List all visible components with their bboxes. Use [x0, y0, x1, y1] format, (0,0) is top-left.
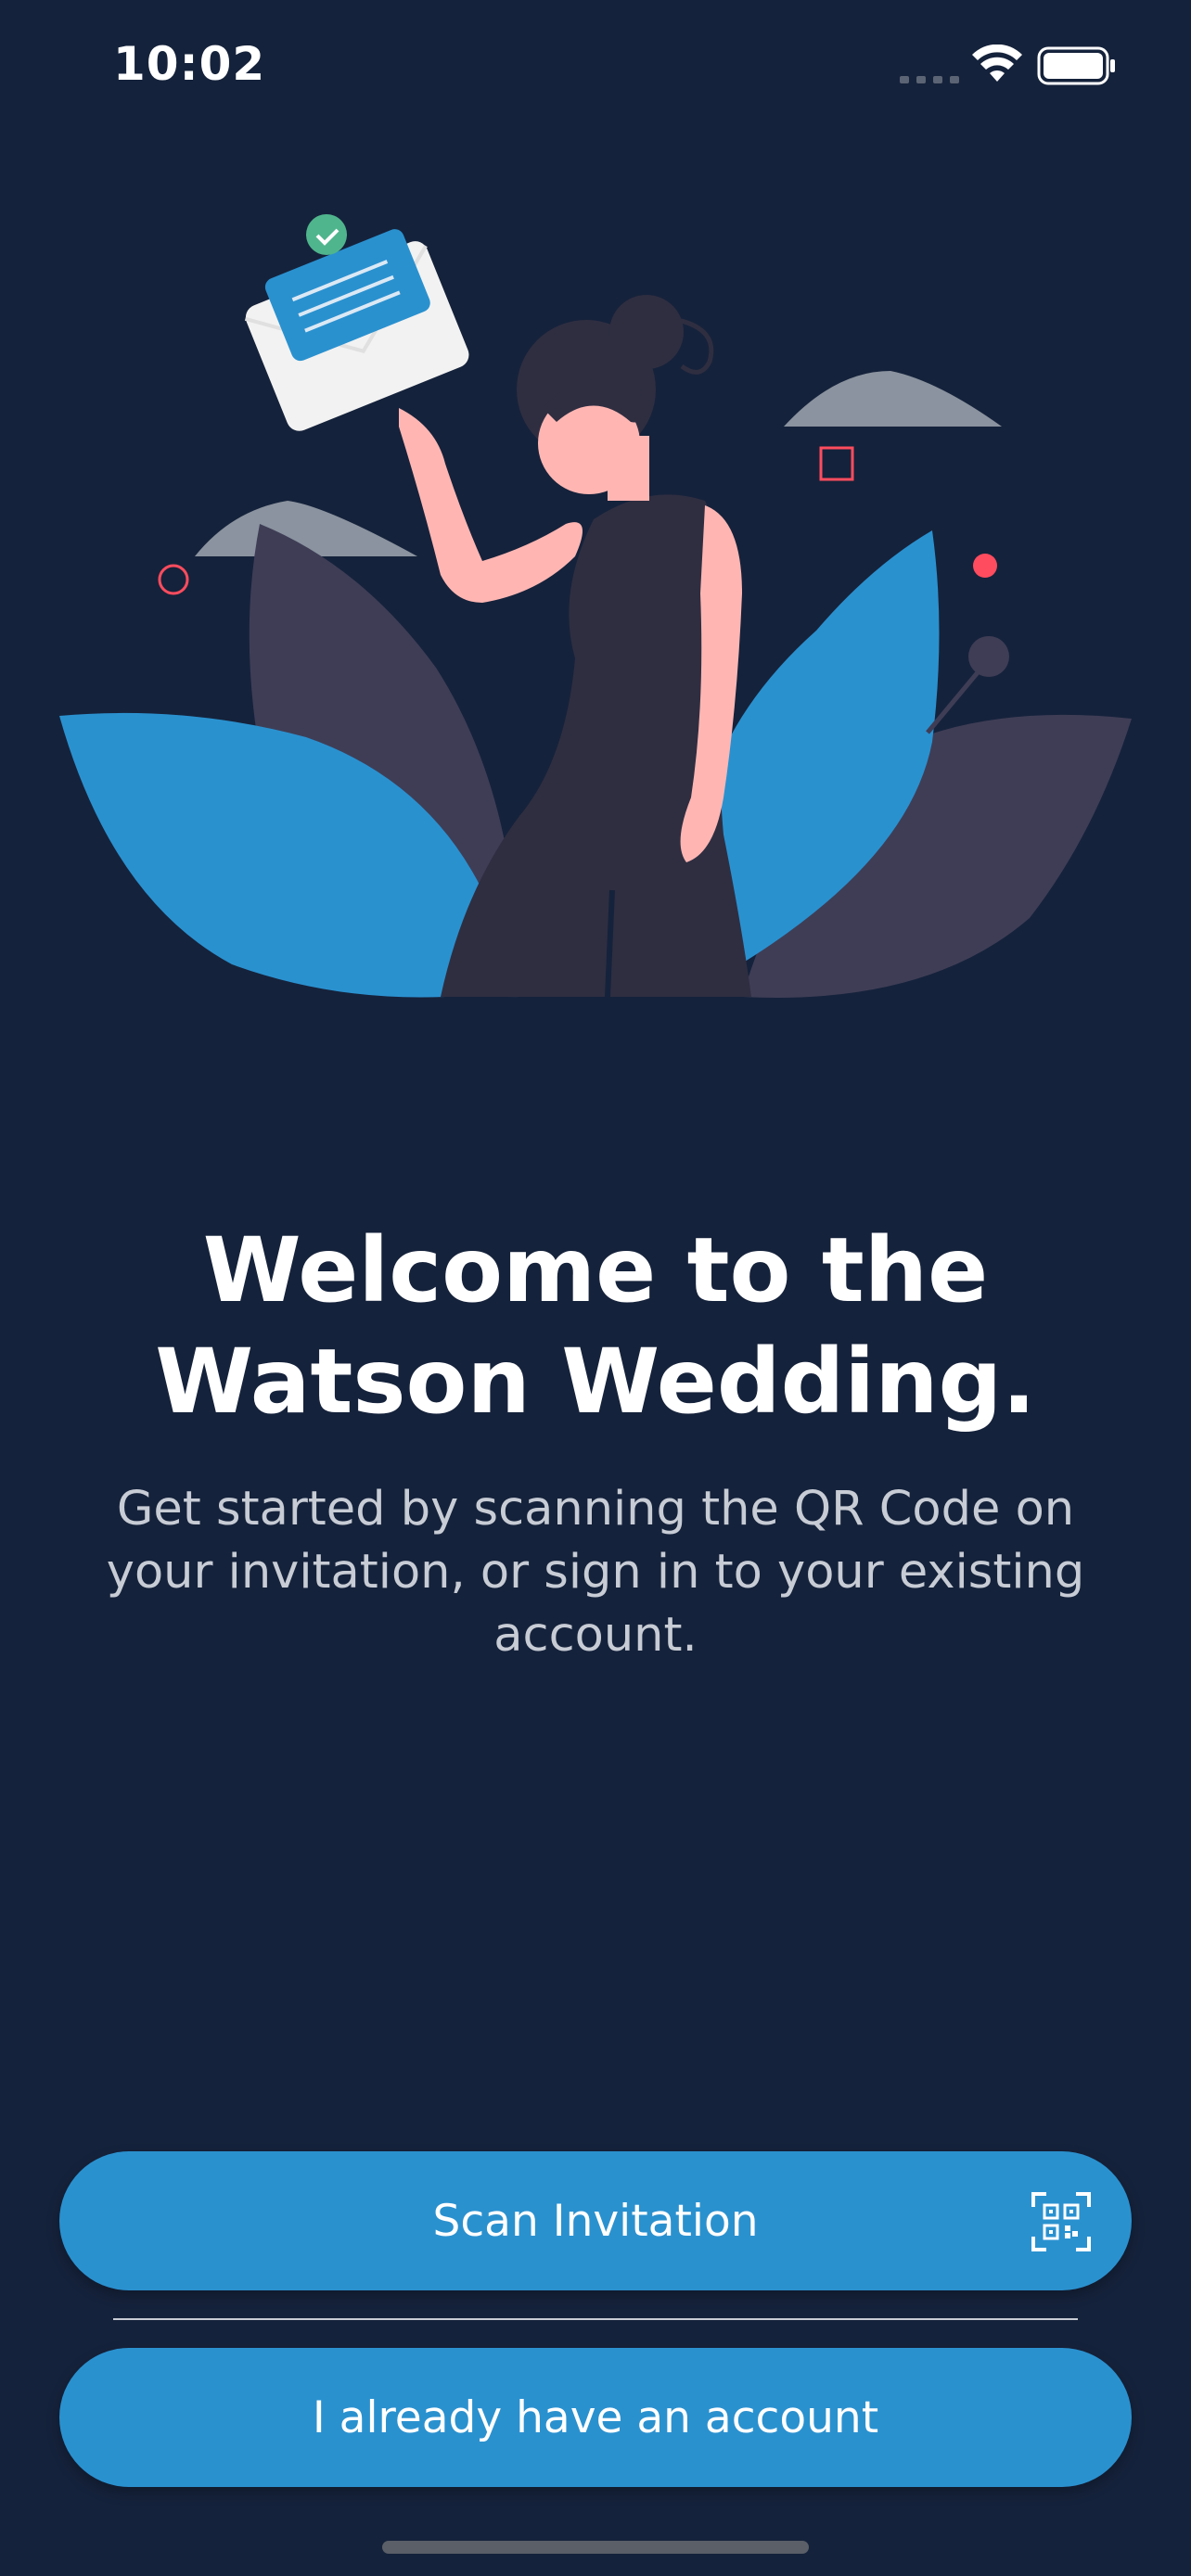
welcome-title: Welcome to the Watson Wedding.: [93, 1215, 1098, 1437]
home-indicator: [382, 2541, 809, 2554]
mountain-right: [784, 371, 1002, 427]
envelope-icon: [244, 229, 469, 431]
wifi-icon: [972, 45, 1022, 82]
signal-icon: [900, 76, 959, 83]
decor-circle-outline: [158, 564, 189, 595]
figure-hair-bun: [609, 295, 684, 369]
welcome-title-line1: Welcome to the: [202, 1218, 989, 1322]
decor-dot-dark: [968, 636, 1009, 677]
status-time: 10:02: [113, 37, 266, 91]
welcome-subtitle: Get started by scanning the QR Code on y…: [106, 1482, 1085, 1663]
qr-code-icon: [1031, 2192, 1091, 2251]
hero-illustration: [59, 214, 1132, 998]
check-badge-icon: [306, 214, 347, 255]
button-divider: [113, 2318, 1078, 2320]
existing-account-button[interactable]: I already have an account: [59, 2348, 1132, 2487]
decor-square-outline: [819, 446, 854, 481]
scan-invitation-label: Scan Invitation: [432, 2195, 759, 2247]
decor-dot-red: [973, 554, 997, 578]
welcome-title-line2: Watson Wedding.: [155, 1330, 1036, 1434]
scan-invitation-button[interactable]: Scan Invitation: [59, 2151, 1132, 2290]
status-bar: 10:02: [0, 0, 1191, 130]
battery-icon: [1037, 46, 1115, 85]
existing-account-label: I already have an account: [312, 2391, 879, 2443]
